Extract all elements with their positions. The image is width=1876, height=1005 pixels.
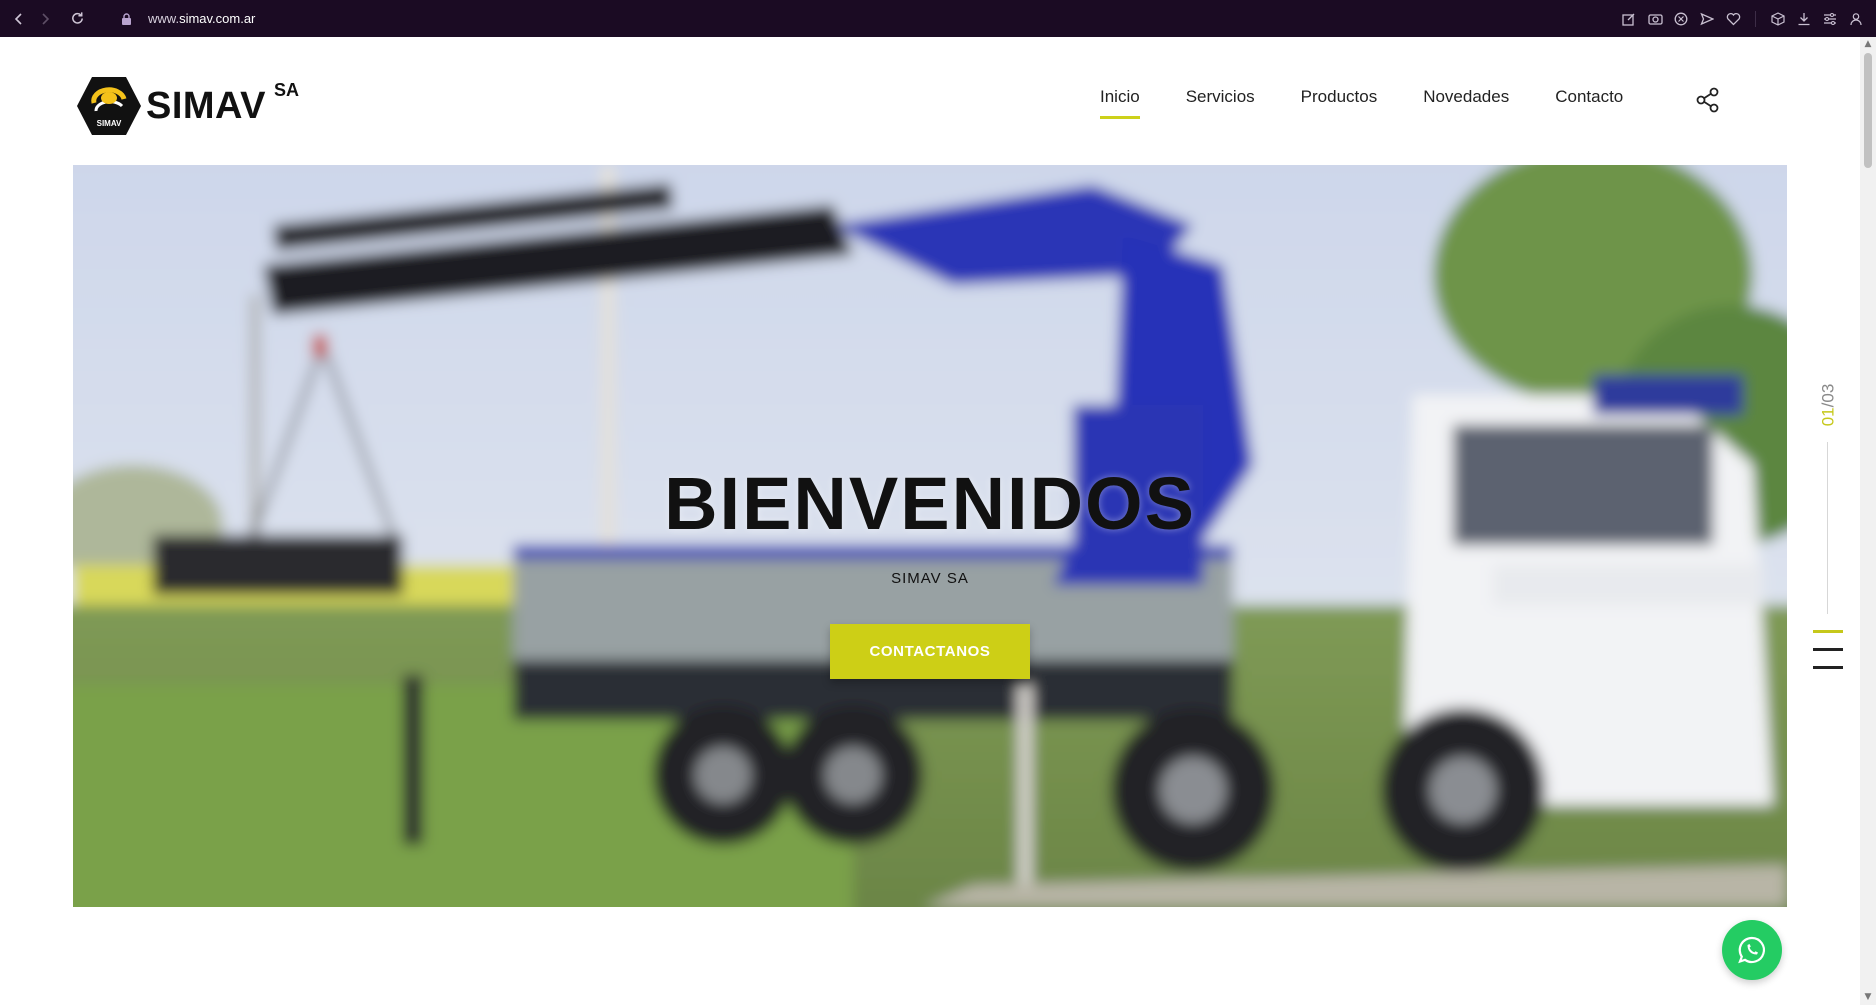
- slide-counter: 01/03: [1816, 375, 1840, 435]
- cube-icon[interactable]: [1770, 11, 1786, 27]
- send-icon[interactable]: [1699, 11, 1715, 27]
- reload-icon[interactable]: [64, 6, 90, 32]
- profile-icon[interactable]: [1848, 11, 1864, 27]
- web-page: SIMAV SIMAV SA Inicio Servicios Producto…: [0, 37, 1860, 1005]
- nav-link-productos[interactable]: Productos: [1301, 87, 1378, 113]
- shield-icon[interactable]: [1673, 11, 1689, 27]
- slide-total: 03: [1818, 383, 1838, 403]
- toolbar-divider: [1755, 10, 1756, 27]
- hero-subtitle: SIMAV SA: [891, 570, 969, 587]
- scrollbar-thumb[interactable]: [1864, 53, 1872, 168]
- logo-hexagon-icon: SIMAV: [77, 77, 141, 135]
- camera-icon[interactable]: [1647, 11, 1663, 27]
- settings-sliders-icon[interactable]: [1822, 11, 1838, 27]
- back-arrow-icon[interactable]: [6, 6, 32, 32]
- lock-icon: [120, 12, 132, 25]
- url-host: simav.com.ar: [179, 11, 256, 26]
- nav-link-novedades[interactable]: Novedades: [1423, 87, 1509, 113]
- nav-link-servicios[interactable]: Servicios: [1186, 87, 1255, 113]
- nav-link-inicio[interactable]: Inicio: [1100, 87, 1140, 119]
- logo-text: SIMAV: [146, 84, 267, 127]
- browser-toolbar: www.simav.com.ar: [0, 0, 1876, 37]
- heart-icon[interactable]: [1725, 11, 1741, 27]
- edit-icon[interactable]: [1621, 11, 1637, 27]
- page-scrollbar[interactable]: ▲ ▼: [1860, 37, 1876, 1005]
- hero-title: BIENVENIDOS: [664, 462, 1196, 545]
- site-logo[interactable]: SIMAV SIMAV SA: [76, 75, 299, 137]
- share-icon[interactable]: [1695, 87, 1721, 113]
- slide-separator: /: [1818, 402, 1838, 408]
- nav-link-contacto[interactable]: Contacto: [1555, 87, 1623, 113]
- slide-progress-line: [1827, 442, 1828, 614]
- url-prefix: www.: [148, 11, 180, 26]
- contact-cta-button[interactable]: CONTACTANOS: [830, 624, 1030, 679]
- address-bar[interactable]: www.simav.com.ar: [148, 11, 255, 26]
- scroll-up-icon[interactable]: ▲: [1864, 40, 1872, 49]
- slide-current: 01: [1818, 407, 1838, 427]
- main-navigation: Inicio Servicios Productos Novedades Con…: [1100, 87, 1669, 119]
- whatsapp-icon: [1738, 936, 1765, 964]
- whatsapp-button[interactable]: [1722, 920, 1782, 980]
- forward-arrow-icon[interactable]: [32, 6, 58, 32]
- hero-slider: BIENVENIDOS SIMAV SA CONTACTANOS: [73, 165, 1787, 907]
- hamburger-menu-icon[interactable]: [1813, 630, 1843, 672]
- logo-suffix: SA: [274, 79, 300, 100]
- scroll-down-icon[interactable]: ▼: [1864, 993, 1872, 1002]
- logo-badge-text: SIMAV: [97, 119, 122, 128]
- download-icon[interactable]: [1796, 11, 1812, 27]
